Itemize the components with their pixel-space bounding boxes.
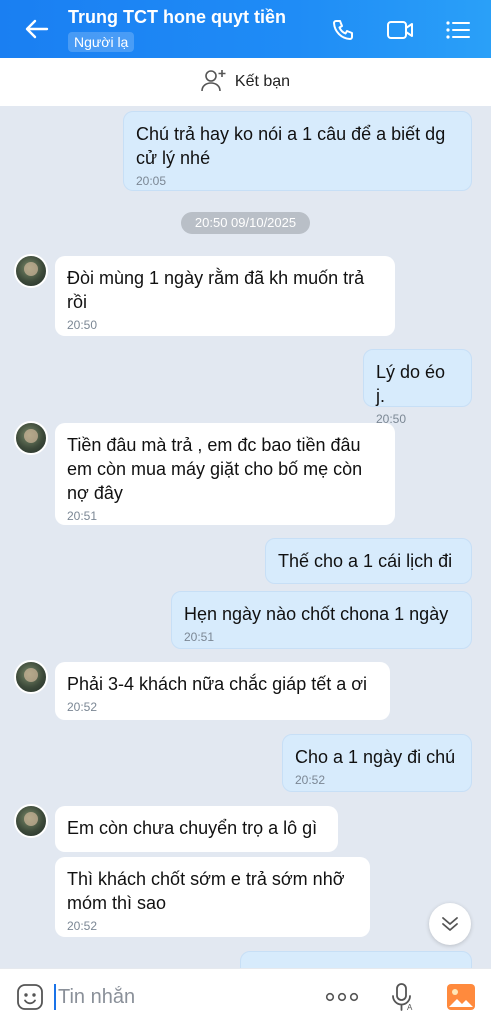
- message-bubble-incoming[interactable]: Em còn chưa chuyển trọ a lô gì: [55, 806, 338, 852]
- sticker-icon[interactable]: [16, 983, 44, 1011]
- video-call-icon[interactable]: [385, 16, 415, 44]
- message-text: Thì khách chốt sớm e trả sớm nhỡ móm thì…: [67, 869, 345, 913]
- date-separator: 20:50 09/10/2025: [181, 212, 310, 234]
- message-bubble-incoming[interactable]: Tiền đâu mà trả , em đc bao tiền đâu em …: [55, 423, 395, 525]
- message-time: 20:52: [295, 773, 326, 787]
- add-friend-label[interactable]: Kết bạn: [235, 73, 290, 91]
- contact-avatar[interactable]: [14, 254, 48, 288]
- message-bubble-outgoing[interactable]: Hẹn ngày nào chốt chona 1 ngày 20:51: [171, 591, 472, 649]
- message-input[interactable]: [58, 982, 308, 1012]
- contact-avatar[interactable]: [14, 421, 48, 455]
- back-arrow-icon[interactable]: [22, 16, 52, 42]
- message-bubble-incoming[interactable]: Phải 3-4 khách nữa chắc giáp tết a ơi 20…: [55, 662, 390, 720]
- message-text: Thế cho a 1 cái lịch đi: [278, 551, 453, 571]
- message-time: 20:51: [67, 509, 98, 523]
- message-text: Tiền đâu mà trả , em đc bao tiền đâu em …: [67, 435, 363, 503]
- message-text: Em còn chưa chuyển trọ a lô gì: [67, 818, 318, 838]
- message-time: 20:05: [136, 174, 167, 188]
- message-bubble-incoming[interactable]: Thì khách chốt sớm e trả sớm nhỡ móm thì…: [55, 857, 370, 937]
- message-time: 20:50: [67, 318, 98, 332]
- message-bubble-outgoing[interactable]: Chú trả hay ko nói a 1 câu để a biết dg …: [123, 111, 472, 191]
- message-time: 20:51: [184, 630, 215, 644]
- message-text: Đòi mùng 1 ngày rằm đã kh muốn trả rồi: [67, 268, 365, 312]
- svg-text:A: A: [407, 1003, 413, 1012]
- contact-avatar[interactable]: [14, 660, 48, 694]
- contact-name[interactable]: Trung TCT hone quyt tiền: [68, 7, 286, 28]
- add-friend-bar[interactable]: Kết bạn: [0, 58, 491, 106]
- add-friend-icon: [201, 68, 227, 97]
- message-bubble-outgoing[interactable]: Cho a 1 ngày đi chú 20:52: [282, 734, 472, 792]
- text-cursor: [54, 984, 56, 1010]
- contact-avatar[interactable]: [14, 804, 48, 838]
- message-text: Hẹn ngày nào chốt chona 1 ngày: [184, 604, 449, 624]
- message-text: Chú trả hay ko nói a 1 câu để a biết dg …: [136, 124, 446, 168]
- message-composer: A: [0, 968, 491, 1024]
- message-bubble-outgoing[interactable]: Lý do éo j. 20:50: [363, 349, 472, 426]
- more-icon[interactable]: [324, 983, 360, 1011]
- phone-icon[interactable]: [328, 16, 358, 44]
- message-bubble-incoming[interactable]: Đòi mùng 1 ngày rằm đã kh muốn trả rồi 2…: [55, 256, 395, 336]
- image-icon[interactable]: [445, 981, 477, 1013]
- message-time: 20:52: [67, 700, 98, 714]
- menu-list-icon[interactable]: [443, 16, 473, 44]
- stranger-badge: Người lạ: [68, 32, 135, 52]
- mic-icon[interactable]: A: [388, 981, 416, 1013]
- scroll-down-chevron-icon[interactable]: [429, 903, 471, 945]
- message-text: Cho a 1 ngày đi chú: [295, 747, 456, 767]
- message-text: Phải 3-4 khách nữa chắc giáp tết a ơi: [67, 674, 368, 694]
- message-time: 20:52: [67, 919, 98, 933]
- message-text: Lý do éo j.: [376, 362, 446, 406]
- chat-header: Trung TCT hone quyt tiền Người lạ: [0, 0, 491, 58]
- message-bubble-outgoing[interactable]: Thế cho a 1 cái lịch đi: [265, 538, 472, 584]
